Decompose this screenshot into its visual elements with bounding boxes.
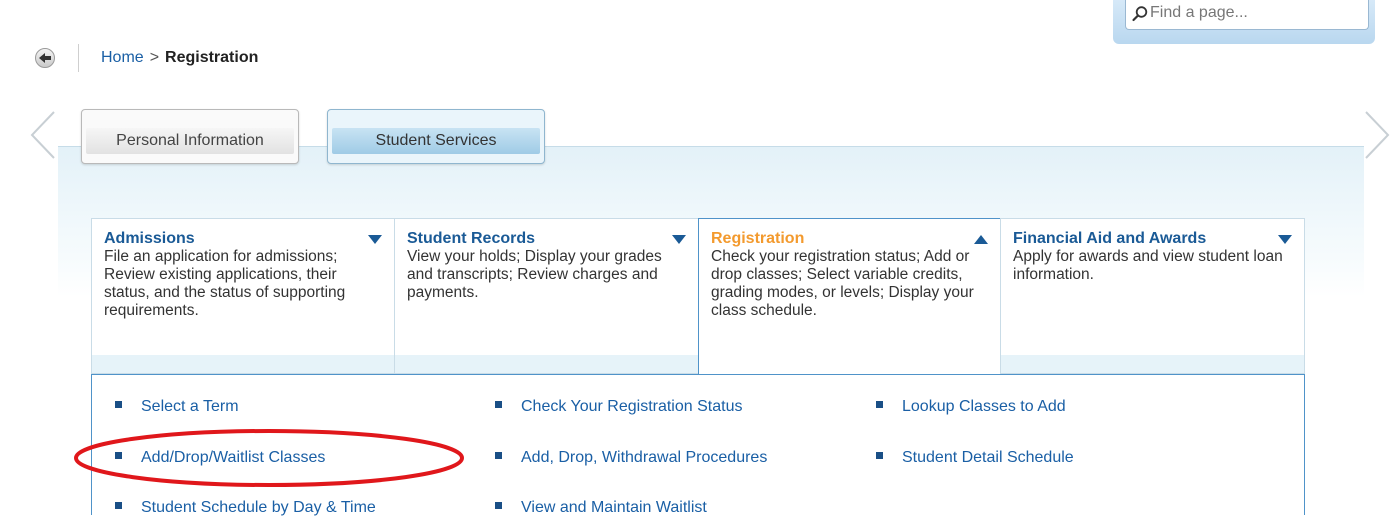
back-arrow-icon — [39, 53, 51, 63]
category-registration[interactable]: Registration Check your registration sta… — [698, 218, 1001, 375]
tab-label: Student Services — [332, 128, 540, 154]
search-container: Find a page... — [1113, 0, 1375, 44]
tab-student-services[interactable]: Student Services — [327, 109, 545, 164]
link-add-drop-withdrawal-procedures[interactable]: Add, Drop, Withdrawal Procedures — [495, 448, 767, 468]
link-student-detail-schedule[interactable]: Student Detail Schedule — [876, 448, 1074, 468]
category-description: Apply for awards and view student loan i… — [1013, 248, 1283, 283]
breadcrumb-separator: > — [149, 49, 160, 66]
link-select-a-term[interactable]: Select a Term — [115, 397, 239, 417]
caret-down-icon[interactable] — [368, 235, 382, 244]
link-add-drop-waitlist[interactable]: Add/Drop/Waitlist Classes — [115, 448, 325, 468]
breadcrumb: Home > Registration — [101, 48, 258, 68]
link-label: Select a Term — [141, 398, 239, 415]
chevron-right-icon[interactable] — [1362, 110, 1390, 160]
breadcrumb-divider — [78, 44, 79, 72]
link-label: Add/Drop/Waitlist Classes — [141, 449, 326, 466]
caret-up-icon[interactable] — [974, 235, 988, 244]
link-view-maintain-waitlist[interactable]: View and Maintain Waitlist — [495, 498, 707, 518]
link-label: Lookup Classes to Add — [902, 398, 1066, 415]
category-description: Check your registration status; Add or d… — [711, 248, 974, 319]
link-label: Add, Drop, Withdrawal Procedures — [521, 449, 768, 466]
category-student-records[interactable]: Student Records View your holds; Display… — [394, 218, 699, 374]
back-button[interactable] — [35, 48, 55, 68]
link-label: Student Detail Schedule — [902, 449, 1074, 466]
bullet-icon — [495, 502, 502, 510]
link-check-registration-status[interactable]: Check Your Registration Status — [495, 397, 742, 417]
search-input[interactable]: Find a page... — [1125, 0, 1369, 30]
breadcrumb-home-link[interactable]: Home — [101, 49, 144, 66]
tab-personal-information[interactable]: Personal Information — [81, 109, 299, 164]
link-label: Student Schedule by Day & Time — [141, 499, 376, 516]
search-icon — [1132, 6, 1148, 22]
category-admissions[interactable]: Admissions File an application for admis… — [91, 218, 395, 374]
bullet-icon — [495, 401, 502, 409]
bullet-icon — [115, 502, 122, 510]
link-schedule-by-day-time[interactable]: Student Schedule by Day & Time — [115, 498, 376, 518]
category-description: File an application for admissions; Revi… — [104, 248, 346, 319]
tab-label: Personal Information — [86, 128, 294, 154]
registration-links-panel — [91, 374, 1305, 515]
caret-down-icon[interactable] — [1278, 235, 1292, 244]
category-title: Admissions — [104, 230, 195, 247]
link-lookup-classes[interactable]: Lookup Classes to Add — [876, 397, 1066, 417]
bullet-icon — [115, 452, 122, 460]
bullet-icon — [876, 452, 883, 460]
category-description: View your holds; Display your grades and… — [407, 248, 662, 301]
bullet-icon — [495, 452, 502, 460]
bullet-icon — [876, 401, 883, 409]
bullet-icon — [115, 401, 122, 409]
breadcrumb-current: Registration — [165, 49, 259, 66]
category-title: Financial Aid and Awards — [1013, 230, 1207, 247]
link-label: View and Maintain Waitlist — [521, 499, 707, 516]
caret-down-icon[interactable] — [672, 235, 686, 244]
category-title: Registration — [711, 230, 805, 247]
category-financial-aid[interactable]: Financial Aid and Awards Apply for award… — [1000, 218, 1305, 374]
link-label: Check Your Registration Status — [521, 398, 743, 415]
chevron-left-icon[interactable] — [30, 110, 58, 160]
category-title: Student Records — [407, 230, 536, 247]
